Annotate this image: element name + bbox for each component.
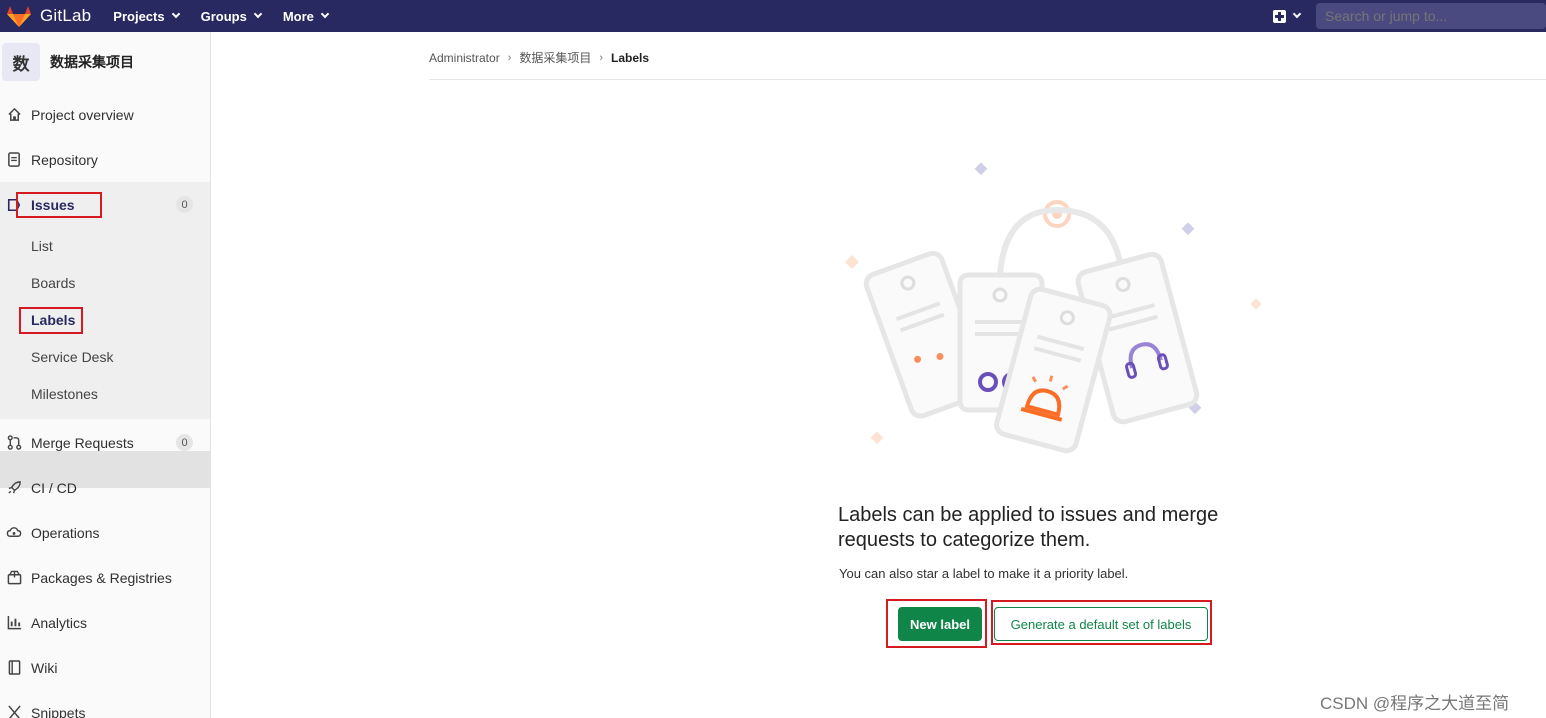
- sidebar-item-label: Repository: [31, 151, 98, 168]
- sidebar-item-project-overview[interactable]: Project overview: [0, 92, 210, 137]
- cloud-gear-icon: [6, 525, 22, 541]
- annotation-box-labels: [19, 307, 83, 334]
- sidebar-item-label: Operations: [31, 524, 100, 541]
- plus-square-icon: [1273, 9, 1286, 23]
- sidebar-item-snippets[interactable]: Snippets: [0, 690, 210, 718]
- gitlab-home-link[interactable]: GitLab: [0, 0, 91, 32]
- project-sidebar: 数 数据采集项目 Project overview Repository Iss…: [0, 32, 211, 718]
- top-navbar: GitLab Projects Groups More: [0, 0, 1546, 32]
- labels-empty-illustration: [844, 162, 1262, 454]
- chevron-down-icon: [253, 9, 263, 19]
- nav-groups-dropdown[interactable]: Groups: [200, 8, 263, 24]
- sidebar-item-label: Wiki: [31, 659, 58, 676]
- sidebar-item-packages[interactable]: Packages & Registries: [0, 555, 210, 600]
- scissors-icon: [6, 705, 22, 718]
- chevron-right-icon: ›: [599, 51, 604, 64]
- main-nav-menu: Projects Groups More: [113, 0, 350, 32]
- nav-projects-dropdown[interactable]: Projects: [113, 8, 180, 24]
- document-icon: [6, 152, 22, 168]
- breadcrumb-project[interactable]: 数据采集项目: [519, 49, 591, 66]
- sidebar-subitem-boards[interactable]: Boards: [31, 275, 75, 291]
- chevron-down-icon: [1292, 9, 1302, 19]
- chart-icon: [6, 615, 22, 631]
- sidebar-subitem-milestones[interactable]: Milestones: [31, 386, 98, 402]
- package-icon: [6, 570, 22, 586]
- nav-more-label: More: [282, 8, 314, 24]
- sidebar-item-repository[interactable]: Repository: [0, 137, 210, 182]
- sidebar-item-label: Project overview: [31, 106, 134, 123]
- project-avatar: 数: [2, 43, 40, 81]
- chevron-down-icon: [171, 9, 180, 19]
- breadcrumb-labels[interactable]: Labels: [611, 51, 649, 65]
- sidebar-subitem-service-desk[interactable]: Service Desk: [31, 349, 113, 365]
- chevron-right-icon: ›: [507, 51, 512, 64]
- annotation-box-issues: [16, 192, 102, 218]
- project-name: 数据采集项目: [50, 54, 134, 70]
- breadcrumb-administrator[interactable]: Administrator: [429, 51, 500, 65]
- navbar-right: [1273, 0, 1546, 32]
- sidebar-item-operations[interactable]: Operations: [0, 510, 210, 555]
- sidebar-item-merge-requests[interactable]: Merge Requests 0: [0, 420, 210, 465]
- home-icon: [6, 107, 22, 123]
- annotation-box-new-label: [886, 599, 987, 648]
- empty-state-title: Labels can be applied to issues and merg…: [838, 504, 1219, 551]
- sidebar-item-label: Snippets: [31, 704, 86, 718]
- sidebar-item-analytics[interactable]: Analytics: [0, 600, 210, 645]
- new-item-dropdown[interactable]: [1273, 9, 1302, 23]
- brand-name: GitLab: [40, 6, 92, 25]
- project-header[interactable]: 数 数据采集项目: [0, 32, 210, 92]
- sidebar-item-label: Merge Requests: [31, 434, 134, 451]
- merge-request-icon: [6, 435, 22, 451]
- chevron-down-icon: [320, 9, 330, 19]
- nav-more-dropdown[interactable]: More: [282, 8, 330, 24]
- sidebar-subitem-list[interactable]: List: [31, 238, 53, 254]
- nav-groups-label: Groups: [200, 8, 247, 24]
- annotation-box-generate-labels: [991, 600, 1212, 645]
- empty-state-description: You can also star a label to make it a p…: [839, 566, 1129, 581]
- merge-requests-count-badge: 0: [176, 434, 193, 451]
- sidebar-item-cicd[interactable]: CI / CD: [0, 465, 210, 510]
- nav-projects-label: Projects: [113, 8, 165, 24]
- watermark: CSDN @程序之大道至简: [1320, 694, 1510, 713]
- gitlab-logo-icon: [7, 6, 31, 27]
- breadcrumb: Administrator › 数据采集项目 › Labels: [429, 49, 649, 66]
- rocket-icon: [6, 480, 22, 496]
- sidebar-item-label: CI / CD: [31, 479, 77, 496]
- breadcrumb-divider: [429, 79, 1546, 80]
- search-input[interactable]: [1316, 3, 1546, 29]
- sidebar-item-wiki[interactable]: Wiki: [0, 645, 210, 690]
- sidebar-item-label: Analytics: [31, 614, 88, 631]
- book-icon: [6, 660, 22, 676]
- sidebar-item-label: Packages & Registries: [31, 569, 172, 586]
- issues-count-badge: 0: [176, 196, 193, 213]
